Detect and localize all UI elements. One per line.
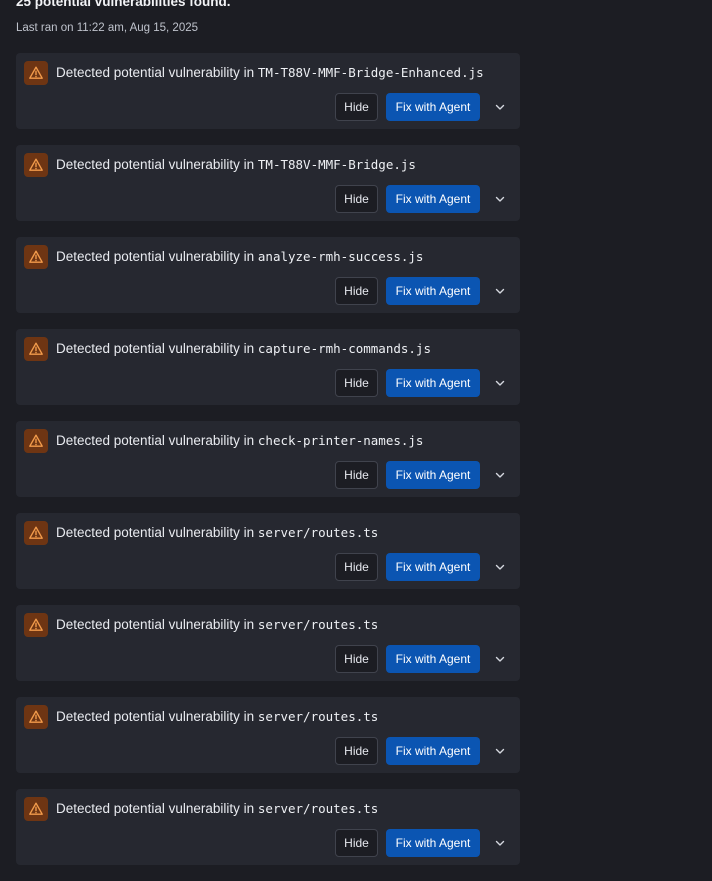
vulnerability-list: Detected potential vulnerability in TM-T… xyxy=(16,53,520,881)
vulnerability-card: Detected potential vulnerability in TM-T… xyxy=(16,145,520,221)
hide-button[interactable]: Hide xyxy=(335,829,378,857)
warning-icon xyxy=(24,613,48,637)
vulnerability-file: server/routes.ts xyxy=(257,525,379,540)
warning-icon xyxy=(24,153,48,177)
vulnerability-file: capture-rmh-commands.js xyxy=(257,341,431,356)
hide-button[interactable]: Hide xyxy=(335,461,378,489)
vulnerability-title: Detected potential vulnerability in anal… xyxy=(56,249,423,265)
vulnerability-title: Detected potential vulnerability in serv… xyxy=(56,801,378,817)
chevron-down-icon[interactable] xyxy=(490,281,510,301)
vulnerability-card: Detected potential vulnerability in chec… xyxy=(16,421,520,497)
vulnerability-title: Detected potential vulnerability in chec… xyxy=(56,433,423,449)
vulnerability-prefix: Detected potential vulnerability in xyxy=(56,801,255,816)
vulnerability-prefix: Detected potential vulnerability in xyxy=(56,341,255,356)
fix-with-agent-button[interactable]: Fix with Agent xyxy=(386,645,480,673)
warning-icon xyxy=(24,245,48,269)
chevron-down-icon[interactable] xyxy=(490,741,510,761)
hide-button[interactable]: Hide xyxy=(335,369,378,397)
hide-button[interactable]: Hide xyxy=(335,645,378,673)
warning-icon xyxy=(24,61,48,85)
fix-with-agent-button[interactable]: Fix with Agent xyxy=(386,737,480,765)
vulnerability-title: Detected potential vulnerability in capt… xyxy=(56,341,431,357)
warning-icon xyxy=(24,521,48,545)
vulnerability-file: check-printer-names.js xyxy=(257,433,424,448)
fix-with-agent-button[interactable]: Fix with Agent xyxy=(386,369,480,397)
chevron-down-icon[interactable] xyxy=(490,97,510,117)
fix-with-agent-button[interactable]: Fix with Agent xyxy=(386,93,480,121)
vulnerability-title: Detected potential vulnerability in serv… xyxy=(56,525,378,541)
chevron-down-icon[interactable] xyxy=(490,557,510,577)
vulnerability-prefix: Detected potential vulnerability in xyxy=(56,525,255,540)
vulnerability-prefix: Detected potential vulnerability in xyxy=(56,433,255,448)
vulnerability-prefix: Detected potential vulnerability in xyxy=(56,709,255,724)
chevron-down-icon[interactable] xyxy=(490,373,510,393)
vulnerability-file: server/routes.ts xyxy=(257,801,379,816)
vulnerability-prefix: Detected potential vulnerability in xyxy=(56,157,255,172)
chevron-down-icon[interactable] xyxy=(490,465,510,485)
hide-button[interactable]: Hide xyxy=(335,553,378,581)
fix-with-agent-button[interactable]: Fix with Agent xyxy=(386,185,480,213)
warning-icon xyxy=(24,797,48,821)
vulnerability-card: Detected potential vulnerability in anal… xyxy=(16,237,520,313)
vulnerability-file: analyze-rmh-success.js xyxy=(257,249,424,264)
vulnerability-card: Detected potential vulnerability in capt… xyxy=(16,329,520,405)
vulnerability-card: Detected potential vulnerability in serv… xyxy=(16,697,520,773)
vulnerability-card: Detected potential vulnerability in TM-T… xyxy=(16,53,520,129)
page-title: 25 potential vulnerabilities found. xyxy=(16,0,231,9)
hide-button[interactable]: Hide xyxy=(335,185,378,213)
hide-button[interactable]: Hide xyxy=(335,93,378,121)
vulnerability-prefix: Detected potential vulnerability in xyxy=(56,249,255,264)
vulnerability-prefix: Detected potential vulnerability in xyxy=(56,617,255,632)
hide-button[interactable]: Hide xyxy=(335,737,378,765)
chevron-down-icon[interactable] xyxy=(490,189,510,209)
fix-with-agent-button[interactable]: Fix with Agent xyxy=(386,829,480,857)
chevron-down-icon[interactable] xyxy=(490,833,510,853)
hide-button[interactable]: Hide xyxy=(335,277,378,305)
fix-with-agent-button[interactable]: Fix with Agent xyxy=(386,553,480,581)
vulnerability-title: Detected potential vulnerability in TM-T… xyxy=(56,65,484,81)
vulnerability-file: server/routes.ts xyxy=(257,617,379,632)
chevron-down-icon[interactable] xyxy=(490,649,510,669)
last-ran-text: Last ran on 11:22 am, Aug 15, 2025 xyxy=(16,22,199,34)
warning-icon xyxy=(24,429,48,453)
vulnerability-card: Detected potential vulnerability in serv… xyxy=(16,789,520,865)
vulnerability-file: server/routes.ts xyxy=(257,709,379,724)
vulnerability-file: TM-T88V-MMF-Bridge.js xyxy=(257,157,416,172)
vulnerability-title: Detected potential vulnerability in serv… xyxy=(56,617,378,633)
vulnerability-card: Detected potential vulnerability in serv… xyxy=(16,513,520,589)
warning-icon xyxy=(24,337,48,361)
warning-icon xyxy=(24,705,48,729)
fix-with-agent-button[interactable]: Fix with Agent xyxy=(386,461,480,489)
fix-with-agent-button[interactable]: Fix with Agent xyxy=(386,277,480,305)
vulnerability-card: Detected potential vulnerability in serv… xyxy=(16,605,520,681)
vulnerability-title: Detected potential vulnerability in serv… xyxy=(56,709,378,725)
vulnerability-title: Detected potential vulnerability in TM-T… xyxy=(56,157,416,173)
vulnerability-file: TM-T88V-MMF-Bridge-Enhanced.js xyxy=(257,65,484,80)
vulnerability-prefix: Detected potential vulnerability in xyxy=(56,65,255,80)
